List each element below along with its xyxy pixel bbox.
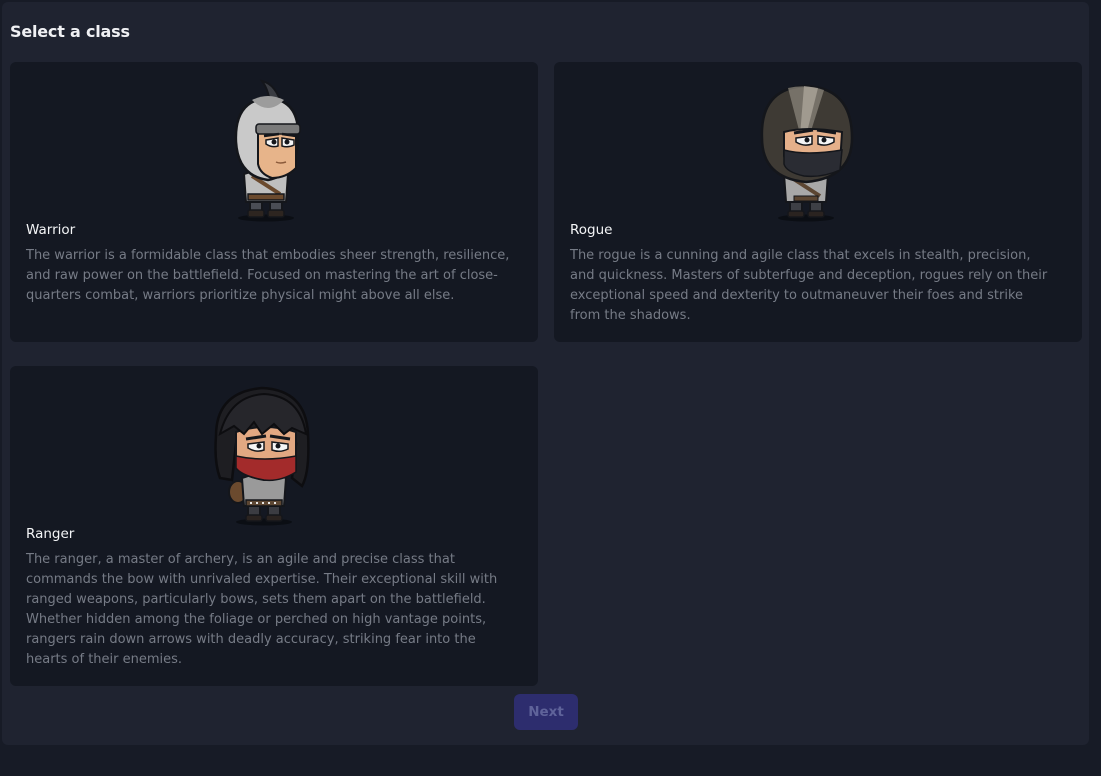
next-button[interactable]: Next	[514, 694, 578, 730]
class-description-rogue: The rogue is a cunning and agile class t…	[570, 248, 1048, 323]
class-card-rogue[interactable]: Rogue The rogue is a cunning and agile c…	[554, 62, 1082, 342]
class-card-warrior[interactable]: Warrior The warrior is a formidable clas…	[10, 62, 538, 342]
page-title: Select a class	[10, 22, 130, 41]
rogue-hooded-character-icon	[754, 78, 854, 222]
class-name-rogue: Rogue	[570, 222, 613, 238]
class-name-ranger: Ranger	[26, 526, 75, 542]
ranger-masked-character-icon	[210, 382, 310, 526]
class-selection-panel: Select a class Warrior The warrior is a …	[2, 2, 1089, 745]
class-card-ranger[interactable]: Ranger The ranger, a master of archery, …	[10, 366, 538, 686]
class-name-warrior: Warrior	[26, 222, 76, 238]
class-description-warrior: The warrior is a formidable class that e…	[26, 248, 510, 303]
warrior-helmet-character-icon	[216, 78, 316, 222]
class-description-ranger: The ranger, a master of archery, is an a…	[26, 552, 498, 667]
